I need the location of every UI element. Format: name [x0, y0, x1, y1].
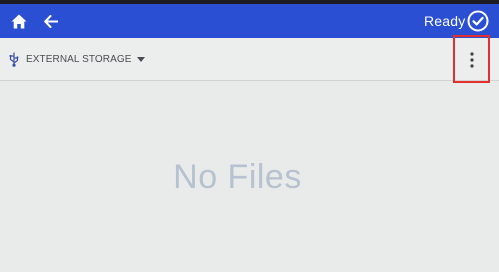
back-button[interactable] — [41, 11, 61, 31]
caret-down-icon — [136, 56, 145, 62]
home-button[interactable] — [9, 11, 29, 31]
storage-source-dropdown[interactable]: EXTERNAL STORAGE — [8, 51, 145, 67]
more-options-button[interactable] — [453, 35, 490, 83]
check-circle-icon — [467, 10, 489, 32]
printer-screen: Ready EXTERNAL STORAGE No Files — [0, 0, 499, 272]
printer-status-text: Ready — [424, 13, 466, 29]
usb-icon — [9, 52, 19, 67]
empty-file-list-message: No Files — [173, 158, 302, 196]
top-app-bar: Ready — [0, 4, 499, 38]
more-vertical-icon — [470, 52, 474, 68]
storage-source-label: EXTERNAL STORAGE — [26, 53, 132, 65]
arrow-left-icon — [44, 14, 58, 28]
storage-toolbar: EXTERNAL STORAGE — [0, 38, 499, 81]
home-icon — [11, 14, 27, 28]
